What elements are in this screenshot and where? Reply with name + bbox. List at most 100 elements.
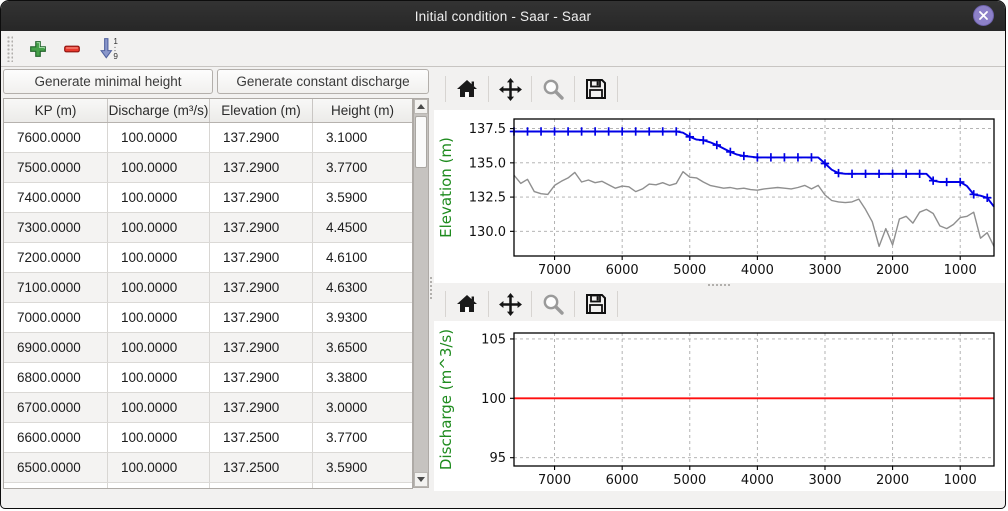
table-cell[interactable]: 3.0000 <box>313 393 412 422</box>
svg-text:95: 95 <box>489 451 506 466</box>
table-cell[interactable]: 137.2900 <box>210 183 313 212</box>
table-cell[interactable]: 3.9300 <box>313 303 412 332</box>
table-cell[interactable]: 3.3800 <box>313 363 412 392</box>
table-row[interactable]: 6900.0000100.0000137.29003.6500 <box>4 333 412 363</box>
table-cell[interactable]: 137.2500 <box>210 423 313 452</box>
table-cell[interactable]: 137.2900 <box>210 243 313 272</box>
table-cell[interactable]: 137.2900 <box>210 153 313 182</box>
table-cell[interactable]: 7100.0000 <box>4 273 108 302</box>
table-row[interactable]: 7600.0000100.0000137.29003.1000 <box>4 123 412 153</box>
sort-button[interactable]: 1 9 <box>91 34 127 64</box>
add-row-button[interactable] <box>23 34 53 64</box>
table-cell[interactable]: 7400.0000 <box>4 183 108 212</box>
sort-ascending-icon: 1 9 <box>97 37 121 61</box>
table-row[interactable]: 6700.0000100.0000137.29003.0000 <box>4 393 412 423</box>
table-row[interactable]: 7000.0000100.0000137.29003.9300 <box>4 303 412 333</box>
column-header-kp[interactable]: KP (m) <box>4 99 108 122</box>
scroll-up-button[interactable] <box>414 99 428 114</box>
table-cell[interactable]: 6600.0000 <box>4 423 108 452</box>
table-cell[interactable]: 100.0000 <box>108 243 210 272</box>
svg-text:4000: 4000 <box>741 473 774 488</box>
table-cell[interactable]: 4.6300 <box>313 273 412 302</box>
table-cell[interactable]: 137.2900 <box>210 333 313 362</box>
table-cell[interactable]: 137.2900 <box>210 273 313 302</box>
toolbar-grip[interactable] <box>7 36 13 62</box>
table-row[interactable]: 6600.0000100.0000137.25003.7700 <box>4 423 412 453</box>
table-cell[interactable]: 3.5900 <box>313 183 412 212</box>
svg-text:4000: 4000 <box>741 263 774 278</box>
table-cell[interactable]: 137.2900 <box>210 363 313 392</box>
table-cell[interactable]: 100.0000 <box>108 213 210 242</box>
splitter-grip-icon <box>430 277 433 299</box>
plot1-pan-button[interactable] <box>494 73 526 105</box>
table-row[interactable]: 6800.0000100.0000137.29003.3800 <box>4 363 412 393</box>
window-titlebar[interactable]: Initial condition - Saar - Saar <box>1 1 1005 31</box>
table-cell[interactable]: 6900.0000 <box>4 333 108 362</box>
table-cell[interactable]: 6800.0000 <box>4 363 108 392</box>
toolbar-separator <box>574 291 575 317</box>
svg-text:100: 100 <box>481 392 506 407</box>
column-header-discharge[interactable]: Discharge (m³/s) <box>108 99 210 122</box>
table-cell[interactable]: 100.0000 <box>108 363 210 392</box>
table-row[interactable]: 6500.0000100.0000137.25003.5900 <box>4 453 412 483</box>
plot2-zoom-button[interactable] <box>537 288 569 320</box>
scrollbar-thumb[interactable] <box>415 116 427 168</box>
plot1-save-button[interactable] <box>580 73 612 105</box>
column-header-elevation[interactable]: Elevation (m) <box>210 99 313 122</box>
svg-text:Discharge (m^3/s): Discharge (m^3/s) <box>437 329 455 470</box>
table-row[interactable]: 7200.0000100.0000137.29004.6100 <box>4 243 412 273</box>
table-cell[interactable]: 100.0000 <box>108 393 210 422</box>
table-cell[interactable]: 7600.0000 <box>4 123 108 152</box>
table-row[interactable]: 7100.0000100.0000137.29004.6300 <box>4 273 412 303</box>
table-cell[interactable]: 137.2900 <box>210 393 313 422</box>
table-cell[interactable]: 137.2900 <box>210 123 313 152</box>
table-cell[interactable]: 100.0000 <box>108 153 210 182</box>
table-cell[interactable]: 137.2900 <box>210 303 313 332</box>
table-cell[interactable]: 100.0000 <box>108 333 210 362</box>
plot1-zoom-button[interactable] <box>537 73 569 105</box>
plots-pane: 7000600050004000300020001000137.5135.013… <box>434 66 1005 508</box>
table-row[interactable]: 7500.0000100.0000137.29003.7700 <box>4 153 412 183</box>
table-scrollbar[interactable] <box>413 98 429 488</box>
close-button[interactable] <box>973 5 994 26</box>
elevation-chart: 7000600050004000300020001000137.5135.013… <box>434 110 1006 283</box>
table-cell[interactable]: 3.5900 <box>313 453 412 482</box>
table-cell[interactable]: 3.1000 <box>313 123 412 152</box>
table-cell[interactable]: 4.4500 <box>313 213 412 242</box>
column-header-height[interactable]: Height (m) <box>313 99 412 122</box>
table-row[interactable]: 7300.0000100.0000137.29004.4500 <box>4 213 412 243</box>
delete-row-button[interactable] <box>57 34 87 64</box>
scroll-down-button[interactable] <box>414 472 428 487</box>
discharge-plot-canvas[interactable]: 700060005000400030002000100010510095Disc… <box>434 321 1006 491</box>
table-cell[interactable]: 7500.0000 <box>4 153 108 182</box>
table-cell[interactable]: 7300.0000 <box>4 213 108 242</box>
table-cell[interactable]: 6500.0000 <box>4 453 108 482</box>
elevation-plot-canvas[interactable]: 7000600050004000300020001000137.5135.013… <box>434 110 1006 283</box>
plot1-home-button[interactable] <box>451 73 483 105</box>
table-cell[interactable]: 137.2500 <box>210 453 313 482</box>
table-cell[interactable]: 137.2900 <box>210 213 313 242</box>
svg-text:6000: 6000 <box>606 263 639 278</box>
remove-icon <box>63 40 81 58</box>
table-cell[interactable]: 100.0000 <box>108 273 210 302</box>
table-cell[interactable]: 3.7700 <box>313 423 412 452</box>
table-cell <box>4 483 108 488</box>
table-cell[interactable]: 7000.0000 <box>4 303 108 332</box>
table-cell[interactable]: 100.0000 <box>108 123 210 152</box>
table-cell[interactable]: 100.0000 <box>108 423 210 452</box>
pan-icon <box>498 292 523 317</box>
plot2-home-button[interactable] <box>451 288 483 320</box>
plot2-pan-button[interactable] <box>494 288 526 320</box>
generate-minimal-height-button[interactable]: Generate minimal height <box>3 69 213 94</box>
table-cell[interactable]: 6700.0000 <box>4 393 108 422</box>
table-cell[interactable]: 3.7700 <box>313 153 412 182</box>
plot2-save-button[interactable] <box>580 288 612 320</box>
table-cell[interactable]: 3.6500 <box>313 333 412 362</box>
table-cell[interactable]: 100.0000 <box>108 183 210 212</box>
table-cell[interactable]: 100.0000 <box>108 453 210 482</box>
table-row[interactable]: 7400.0000100.0000137.29003.5900 <box>4 183 412 213</box>
table-cell[interactable]: 4.6100 <box>313 243 412 272</box>
table-cell[interactable]: 7200.0000 <box>4 243 108 272</box>
generate-constant-discharge-button[interactable]: Generate constant discharge <box>217 69 429 94</box>
table-cell[interactable]: 100.0000 <box>108 303 210 332</box>
